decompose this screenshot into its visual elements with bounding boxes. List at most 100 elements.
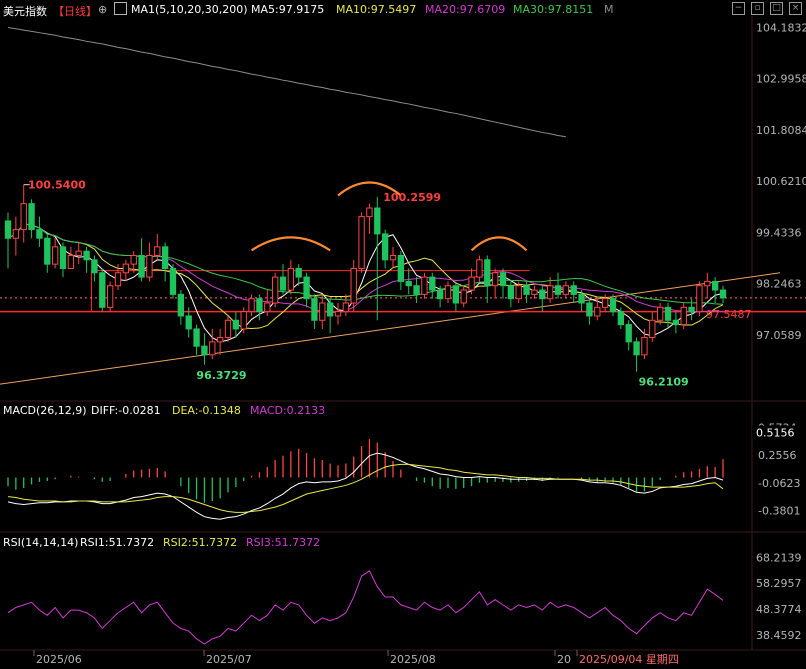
- candle-down: [436, 289, 444, 300]
- candle-down: [381, 233, 389, 261]
- left-shoulder-arc: [250, 236, 331, 252]
- candle-up: [460, 289, 467, 304]
- candle-up: [216, 337, 224, 343]
- rsi1-value: RSI1:51.7372: [80, 536, 154, 549]
- tick-2025-08: 2025/08: [390, 653, 436, 666]
- candle-down: [28, 203, 35, 231]
- candle-down: [617, 311, 625, 326]
- tick-2025-07: 2025/07: [206, 653, 252, 666]
- candle-up: [154, 246, 161, 256]
- candle-down: [185, 315, 192, 330]
- candle-up: [264, 302, 271, 313]
- candle-down: [91, 259, 98, 274]
- candle-up: [224, 319, 232, 339]
- price-tick-label: 99.4336: [756, 226, 802, 239]
- price-tick-label: 104.1832: [756, 21, 806, 34]
- price-tick-label: 101.8084: [756, 124, 806, 137]
- macd-title: MACD(26,12,9): [3, 404, 87, 417]
- macd-tick-label: -0.3801: [758, 505, 800, 518]
- macd-current-label: 0.5156: [756, 427, 795, 440]
- candle-up: [334, 311, 342, 317]
- candle-up: [67, 255, 75, 269]
- candle-down: [279, 276, 287, 291]
- current-price-label: 97.5487: [706, 308, 752, 321]
- candle-up: [350, 267, 357, 304]
- candle-down: [99, 272, 106, 308]
- candle-down: [303, 276, 310, 300]
- candle-down: [429, 276, 436, 291]
- macd-hist-value: MACD:0.2133: [250, 404, 325, 417]
- candle-up: [421, 276, 428, 295]
- candlestick-series: [4, 184, 727, 372]
- candle-down: [507, 285, 515, 300]
- candle-down: [672, 319, 680, 326]
- price-chart[interactable]: 100.5400 100.2599 96.3729 96.2109 104.1832 1…: [0, 0, 806, 669]
- candle-up: [248, 298, 255, 313]
- rsi-title: RSI(14,14,14): [3, 536, 78, 549]
- candle-down: [499, 272, 507, 287]
- candle-down: [311, 298, 318, 321]
- macd-diff-value: DIFF:-0.0281: [91, 404, 161, 417]
- candle-down: [586, 302, 593, 317]
- ma200-line: [7, 27, 566, 138]
- rsi3-value: RSI3:51.7372: [246, 536, 320, 549]
- candle-up: [51, 246, 59, 265]
- candle-up: [515, 285, 522, 300]
- price-tick-label: 100.6210: [756, 175, 806, 188]
- candle-up: [696, 285, 703, 313]
- rsi-tick-label: 68.2139: [756, 551, 802, 564]
- rsi-tick-label: 38.4592: [756, 629, 802, 642]
- candle-down: [161, 246, 169, 269]
- macd-tick-label: -0.0623: [758, 477, 800, 490]
- macd-tick-label: 0.2556: [758, 449, 797, 462]
- candle-down: [523, 285, 530, 295]
- candle-down: [711, 280, 719, 291]
- price-tick-label: 98.2463: [756, 278, 802, 291]
- candle-down: [232, 319, 240, 330]
- candle-up: [75, 250, 82, 257]
- candle-up: [130, 255, 137, 265]
- candle-up: [240, 311, 247, 330]
- macd-diff-line: [7, 452, 724, 520]
- candle-down: [452, 285, 460, 304]
- candle-up: [20, 203, 27, 231]
- candle-up: [704, 280, 711, 287]
- candle-up: [531, 289, 538, 295]
- candle-down: [4, 220, 12, 239]
- candle-up: [122, 263, 130, 274]
- candle-down: [193, 328, 200, 347]
- candle-up: [641, 337, 648, 356]
- candle-down: [664, 306, 672, 321]
- candle-down: [44, 237, 51, 265]
- candle-up: [476, 259, 483, 278]
- candle-down: [609, 298, 617, 313]
- candle-up: [468, 276, 475, 291]
- candle-down: [719, 289, 727, 299]
- candle-down: [633, 341, 640, 356]
- candle-up: [491, 272, 499, 287]
- candle-down: [83, 250, 90, 261]
- high-mid-label: 100.2599: [383, 191, 441, 204]
- rsi2-value: RSI2:51.7372: [163, 536, 237, 549]
- rsi-tick-label: 48.3774: [756, 603, 802, 616]
- candle-up: [12, 229, 20, 239]
- price-tick-label: 97.0589: [756, 329, 802, 342]
- candle-down: [625, 324, 632, 343]
- candle-up: [444, 285, 452, 300]
- candle-down: [201, 345, 208, 356]
- candle-down: [326, 302, 334, 317]
- candle-up: [601, 298, 609, 308]
- candle-up: [106, 285, 114, 308]
- candle-up: [366, 207, 373, 218]
- candle-up: [649, 319, 656, 339]
- candle-up: [319, 302, 326, 321]
- candle-down: [539, 289, 546, 300]
- macd-dea-value: DEA:-0.1348: [172, 404, 241, 417]
- candle-up: [656, 306, 664, 321]
- tick-current-date: 2025/09/04 星期四: [579, 653, 679, 666]
- candle-down: [397, 255, 405, 282]
- candle-up: [271, 276, 279, 304]
- candle-down: [256, 298, 263, 313]
- candle-down: [688, 306, 695, 313]
- candle-down: [177, 293, 185, 317]
